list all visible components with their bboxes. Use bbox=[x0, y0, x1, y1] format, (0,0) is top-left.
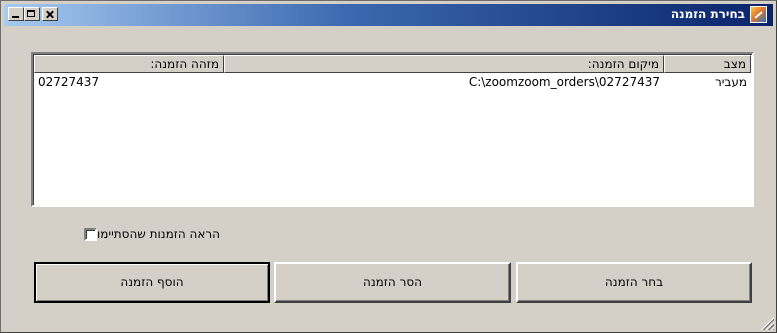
order-selection-window: בחירת הזמנה מצב מיקום הזמנה: מזהה הזמנה:… bbox=[0, 0, 777, 333]
order-location: C:\zoomzoom_orders\02727437 bbox=[468, 75, 660, 89]
maximize-button[interactable] bbox=[24, 7, 40, 21]
app-icon[interactable] bbox=[750, 6, 767, 23]
minimize-button[interactable] bbox=[8, 7, 24, 21]
title-bar[interactable]: בחירת הזמנה bbox=[4, 4, 773, 26]
order-id: 02727437 bbox=[38, 75, 100, 89]
show-finished-orders-option[interactable]: הראה הזמנות שהסתיימו bbox=[80, 226, 220, 242]
maximize-icon bbox=[25, 8, 39, 20]
resize-grip-icon[interactable] bbox=[760, 316, 774, 330]
orders-list[interactable]: מצב מיקום הזמנה: מזהה הזמנה: מעביר C:\zo… bbox=[31, 52, 754, 207]
column-header-status[interactable]: מצב bbox=[664, 55, 751, 73]
add-order-button[interactable]: הוסף הזמנה bbox=[34, 262, 270, 303]
close-button[interactable] bbox=[42, 7, 58, 21]
list-item[interactable]: מעביר C:\zoomzoom_orders\02727437 027274… bbox=[34, 74, 751, 90]
window-title: בחירת הזמנה bbox=[670, 7, 745, 21]
minimize-icon bbox=[9, 8, 23, 20]
column-header-order-id[interactable]: מזהה הזמנה: bbox=[34, 55, 224, 73]
column-header-location[interactable]: מיקום הזמנה: bbox=[224, 55, 664, 73]
show-finished-orders-checkbox[interactable] bbox=[83, 227, 97, 241]
caption-buttons bbox=[8, 7, 58, 23]
order-status: מעביר bbox=[714, 75, 747, 89]
show-finished-orders-label: הראה הזמנות שהסתיימו bbox=[96, 227, 220, 241]
choose-order-button[interactable]: בחר הזמנה bbox=[516, 262, 752, 303]
close-icon bbox=[43, 8, 57, 20]
list-header: מצב מיקום הזמנה: מזהה הזמנה: bbox=[34, 55, 751, 73]
remove-order-button[interactable]: הסר הזמנה bbox=[274, 262, 511, 303]
